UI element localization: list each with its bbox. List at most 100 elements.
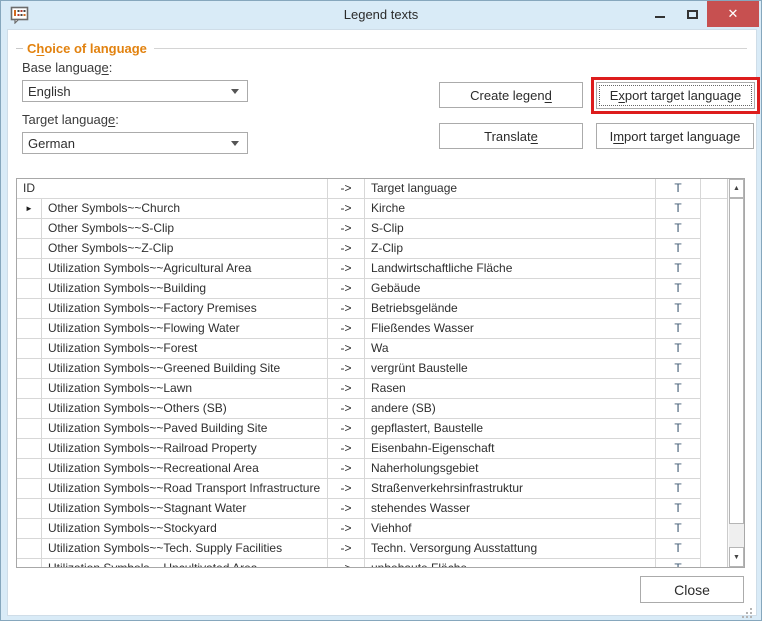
row-indicator[interactable] [17, 379, 42, 399]
arrow-cell[interactable]: -> [328, 479, 365, 499]
translated-flag-cell[interactable]: T [656, 199, 701, 219]
row-indicator[interactable] [17, 359, 42, 379]
translated-flag-cell[interactable]: T [656, 519, 701, 539]
translated-flag-cell[interactable]: T [656, 459, 701, 479]
target-language-cell[interactable]: Techn. Versorgung Ausstattung [365, 539, 656, 559]
scroll-up-button[interactable]: ▲ [729, 179, 744, 198]
id-cell[interactable]: Utilization Symbols~~Tech. Supply Facili… [42, 539, 328, 559]
id-cell[interactable]: Other Symbols~~Z-Clip [42, 239, 328, 259]
row-indicator[interactable] [17, 559, 42, 567]
id-cell[interactable]: Utilization Symbols~~Greened Building Si… [42, 359, 328, 379]
row-indicator[interactable] [17, 339, 42, 359]
arrow-cell[interactable]: -> [328, 519, 365, 539]
row-indicator[interactable] [17, 459, 42, 479]
vertical-scrollbar[interactable]: ▲ ▼ [727, 179, 744, 567]
arrow-cell[interactable]: -> [328, 419, 365, 439]
arrow-cell[interactable]: -> [328, 559, 365, 567]
id-cell[interactable]: Utilization Symbols~~Uncultivated Area [42, 559, 328, 567]
id-cell[interactable]: Utilization Symbols~~Road Transport Infr… [42, 479, 328, 499]
target-language-cell[interactable]: Rasen [365, 379, 656, 399]
column-header-arrow[interactable]: -> [328, 179, 365, 199]
column-header-id[interactable]: ID [17, 179, 328, 199]
row-indicator[interactable] [17, 319, 42, 339]
close-button[interactable]: Close [640, 576, 744, 603]
id-cell[interactable]: Utilization Symbols~~Forest [42, 339, 328, 359]
target-language-cell[interactable]: Landwirtschaftliche Fläche [365, 259, 656, 279]
translated-flag-cell[interactable]: T [656, 419, 701, 439]
translated-flag-cell[interactable]: T [656, 439, 701, 459]
scroll-down-button[interactable]: ▼ [729, 547, 744, 567]
id-cell[interactable]: Utilization Symbols~~Railroad Property [42, 439, 328, 459]
column-header-t[interactable]: T [656, 179, 701, 199]
id-cell[interactable]: Other Symbols~~S-Clip [42, 219, 328, 239]
arrow-cell[interactable]: -> [328, 399, 365, 419]
target-language-cell[interactable]: andere (SB) [365, 399, 656, 419]
id-cell[interactable]: Utilization Symbols~~Flowing Water [42, 319, 328, 339]
target-language-cell[interactable]: Z-Clip [365, 239, 656, 259]
maximize-button[interactable] [677, 1, 707, 27]
arrow-cell[interactable]: -> [328, 459, 365, 479]
arrow-cell[interactable]: -> [328, 239, 365, 259]
row-indicator[interactable]: ► [17, 199, 42, 219]
target-language-cell[interactable]: stehendes Wasser [365, 499, 656, 519]
target-language-cell[interactable]: vergrünt Baustelle [365, 359, 656, 379]
target-language-cell[interactable]: gepflastert, Baustelle [365, 419, 656, 439]
translated-flag-cell[interactable]: T [656, 399, 701, 419]
translated-flag-cell[interactable]: T [656, 479, 701, 499]
translated-flag-cell[interactable]: T [656, 499, 701, 519]
target-language-cell[interactable]: Eisenbahn-Eigenschaft [365, 439, 656, 459]
translated-flag-cell[interactable]: T [656, 219, 701, 239]
id-cell[interactable]: Utilization Symbols~~Stockyard [42, 519, 328, 539]
arrow-cell[interactable]: -> [328, 319, 365, 339]
target-language-cell[interactable]: Naherholungsgebiet [365, 459, 656, 479]
target-language-select[interactable]: German [22, 132, 248, 154]
translated-flag-cell[interactable]: T [656, 379, 701, 399]
export-target-language-button[interactable]: Ex port target language [596, 82, 755, 109]
column-header-target-language[interactable]: Target language [365, 179, 656, 199]
target-language-cell[interactable]: Wa [365, 339, 656, 359]
target-language-cell[interactable]: S-Clip [365, 219, 656, 239]
translated-flag-cell[interactable]: T [656, 339, 701, 359]
id-cell[interactable]: Utilization Symbols~~Agricultural Area [42, 259, 328, 279]
translated-flag-cell[interactable]: T [656, 539, 701, 559]
id-cell[interactable]: Utilization Symbols~~Recreational Area [42, 459, 328, 479]
close-window-button[interactable]: ✕ [707, 1, 759, 27]
id-cell[interactable]: Utilization Symbols~~Others (SB) [42, 399, 328, 419]
arrow-cell[interactable]: -> [328, 219, 365, 239]
resize-grip[interactable] [742, 608, 744, 610]
id-cell[interactable]: Utilization Symbols~~Factory Premises [42, 299, 328, 319]
scrollbar-thumb[interactable] [729, 198, 744, 524]
target-language-cell[interactable]: Kirche [365, 199, 656, 219]
arrow-cell[interactable]: -> [328, 259, 365, 279]
translated-flag-cell[interactable]: T [656, 299, 701, 319]
row-indicator[interactable] [17, 399, 42, 419]
arrow-cell[interactable]: -> [328, 339, 365, 359]
translated-flag-cell[interactable]: T [656, 359, 701, 379]
target-language-cell[interactable]: Straßenverkehrsinfrastruktur [365, 479, 656, 499]
row-indicator[interactable] [17, 519, 42, 539]
id-cell[interactable]: Utilization Symbols~~Lawn [42, 379, 328, 399]
row-indicator[interactable] [17, 259, 42, 279]
row-indicator[interactable] [17, 219, 42, 239]
arrow-cell[interactable]: -> [328, 359, 365, 379]
minimize-button[interactable] [643, 1, 677, 27]
translated-flag-cell[interactable]: T [656, 319, 701, 339]
arrow-cell[interactable]: -> [328, 379, 365, 399]
arrow-cell[interactable]: -> [328, 299, 365, 319]
id-cell[interactable]: Other Symbols~~Church [42, 199, 328, 219]
titlebar[interactable]: Legend texts ✕ [1, 1, 761, 29]
scrollbar-track[interactable] [729, 524, 744, 547]
target-language-cell[interactable]: Gebäude [365, 279, 656, 299]
translate-button[interactable]: Translat e [439, 123, 583, 149]
row-indicator[interactable] [17, 439, 42, 459]
target-language-cell[interactable]: Fließendes Wasser [365, 319, 656, 339]
translated-flag-cell[interactable]: T [656, 259, 701, 279]
create-legend-button[interactable]: Create legen d [439, 82, 583, 108]
arrow-cell[interactable]: -> [328, 439, 365, 459]
row-indicator[interactable] [17, 299, 42, 319]
arrow-cell[interactable]: -> [328, 499, 365, 519]
id-cell[interactable]: Utilization Symbols~~Stagnant Water [42, 499, 328, 519]
base-language-select[interactable]: English [22, 80, 248, 102]
row-indicator[interactable] [17, 539, 42, 559]
arrow-cell[interactable]: -> [328, 279, 365, 299]
